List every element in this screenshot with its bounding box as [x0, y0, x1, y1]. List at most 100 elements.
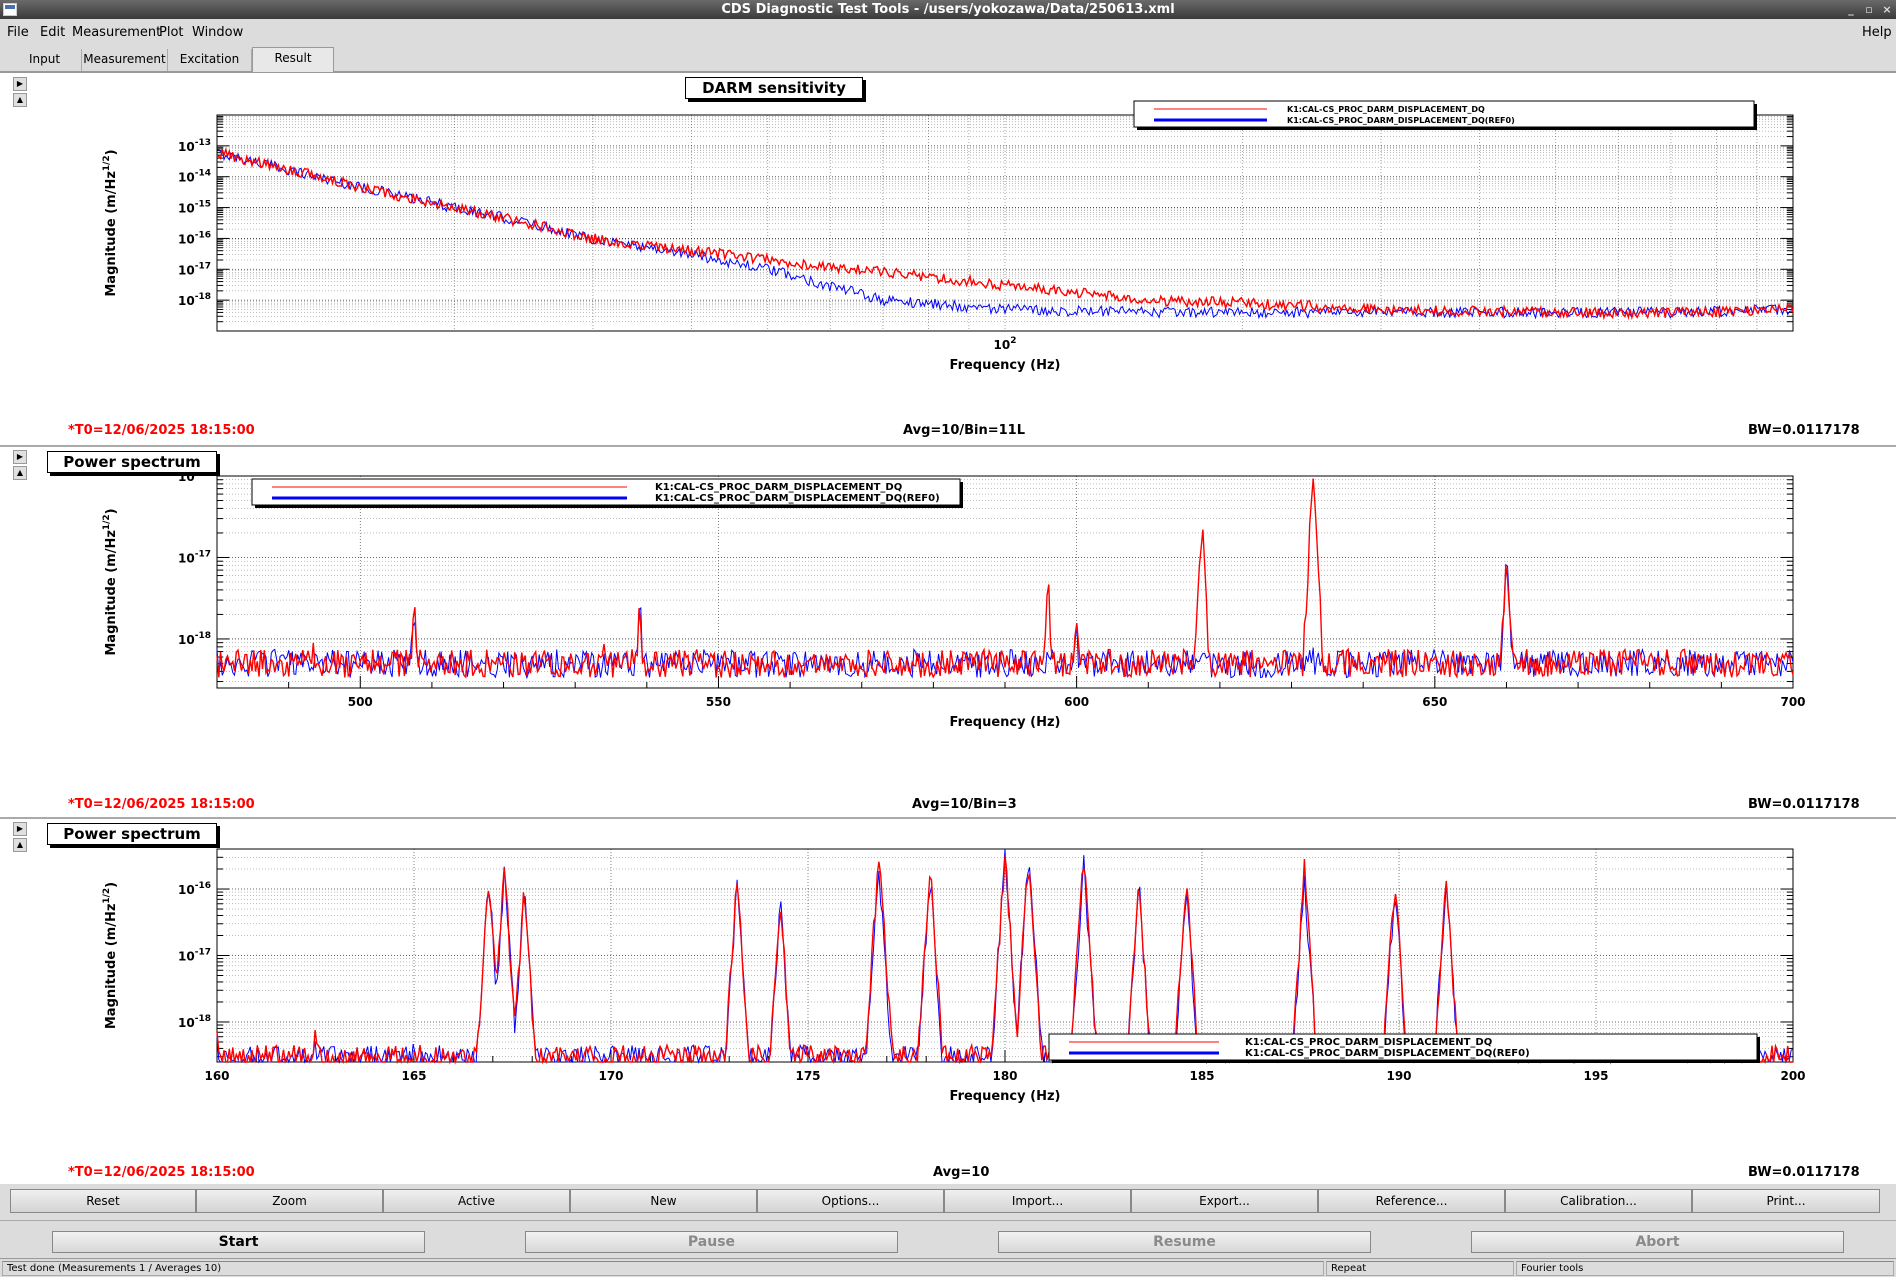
y-axis-label: Magnitude (m/Hz1/2): [102, 508, 119, 655]
import-button[interactable]: Import...: [944, 1189, 1131, 1213]
x-tick-label: 185: [1189, 1069, 1214, 1083]
x-tick-label: 550: [706, 695, 731, 709]
legend-label: K1:CAL-CS_PROC_DARM_DISPLACEMENT_DQ: [1245, 1037, 1492, 1048]
plot-pane-2[interactable]: Power spectrum 10-16 10-17 10-18 500 550 600 6…: [27, 447, 1883, 817]
window-title: CDS Diagnostic Test Tools - /users/yokoz…: [721, 2, 1175, 17]
chart-svg-1[interactable]: 10-13 10-14 10-15 10-16 10-17 10-18 102 Frequen…: [27, 73, 1883, 445]
x-tick-label: 160: [204, 1069, 229, 1083]
x-tick-label: 102: [994, 336, 1017, 352]
x-tick-label: 650: [1422, 695, 1447, 709]
x-tick-label: 500: [348, 695, 373, 709]
options-button[interactable]: Options...: [757, 1189, 944, 1213]
y-tick-label: 10-17: [178, 261, 211, 277]
bw-label: BW=0.0117178: [1748, 1165, 1860, 1180]
pad-collapse-arrow-2[interactable]: ▲: [13, 466, 27, 480]
menu-plot[interactable]: Plot: [159, 25, 184, 40]
export-button[interactable]: Export...: [1131, 1189, 1318, 1213]
y-tick-label: 10-18: [178, 631, 211, 647]
plot-title: Power spectrum: [47, 823, 217, 845]
tab-input[interactable]: Input: [8, 49, 82, 71]
t0-label: *T0=12/06/2025 18:15:00: [68, 797, 255, 812]
x-axis-label: Frequency (Hz): [950, 358, 1061, 373]
status-message: Test done (Measurements 1 / Averages 10): [2, 1261, 1324, 1276]
y-tick-label: 10-16: [178, 230, 211, 246]
bw-label: BW=0.0117178: [1748, 423, 1860, 438]
x-tick-label: 175: [795, 1069, 820, 1083]
y-tick-label: 10-17: [178, 948, 211, 964]
chart-svg-3[interactable]: 10-16 10-17 10-18 160 165 170 175 180 185 190 195 2…: [27, 819, 1883, 1183]
pad-expand-arrow-3[interactable]: ▶: [13, 822, 27, 836]
legend-label: K1:CAL-CS_PROC_DARM_DISPLACEMENT_DQ: [655, 482, 902, 493]
legend-label: K1:CAL-CS_PROC_DARM_DISPLACEMENT_DQ(REF0…: [655, 493, 940, 504]
menu-help[interactable]: Help: [1862, 25, 1892, 40]
avg-label: Avg=10/Bin=3: [912, 797, 1017, 812]
y-tick-label: 10-16: [178, 881, 211, 897]
reference-button[interactable]: Reference...: [1318, 1189, 1505, 1213]
maximize-button[interactable]: ▫: [1860, 0, 1878, 19]
control-toolbar: Start Pause Resume Abort: [0, 1220, 1896, 1258]
calibration-button[interactable]: Calibration...: [1505, 1189, 1692, 1213]
avg-label: Avg=10: [933, 1165, 990, 1180]
y-tick-label: 10-18: [178, 292, 211, 308]
start-button[interactable]: Start: [52, 1231, 425, 1253]
active-button[interactable]: Active: [383, 1189, 570, 1213]
menubar: File Edit Measurement Plot Window Help: [0, 20, 1896, 46]
pad-collapse-arrow-1[interactable]: ▲: [13, 93, 27, 107]
status-fourier: Fourier tools: [1516, 1261, 1894, 1276]
status-repeat: Repeat: [1326, 1261, 1514, 1276]
plot-title: Power spectrum: [47, 451, 217, 473]
plot-pane-3[interactable]: Power spectrum 10-16 10-17 10-18 160 165 170 1…: [27, 819, 1883, 1183]
legend-label: K1:CAL-CS_PROC_DARM_DISPLACEMENT_DQ: [1287, 105, 1485, 114]
avg-label: Avg=10/Bin=11L: [903, 423, 1025, 438]
menu-measurement[interactable]: Measurement: [72, 25, 161, 40]
t0-label: *T0=12/06/2025 18:15:00: [68, 423, 255, 438]
pad-collapse-arrow-3[interactable]: ▲: [13, 838, 27, 852]
chart-svg-2[interactable]: 10-1610-1710-18500 550 600 650 700Frequency …: [27, 447, 1883, 817]
tab-measurement[interactable]: Measurement: [82, 49, 168, 71]
pad-expand-arrow-2[interactable]: ▶: [13, 450, 27, 464]
abort-button[interactable]: Abort: [1471, 1231, 1844, 1253]
plot-area: ▶ ▲ DARM sensitivity 10-13 10-14 10-15 10-1…: [0, 72, 1896, 1184]
print-button[interactable]: Print...: [1692, 1189, 1880, 1213]
tab-excitation[interactable]: Excitation: [168, 49, 252, 71]
y-tick-label: 10-18: [178, 1014, 211, 1030]
y-tick-label: 10-14: [178, 169, 211, 185]
tab-result[interactable]: Result: [252, 47, 334, 72]
x-tick-label: 180: [992, 1069, 1017, 1083]
x-axis-label: Frequency (Hz): [950, 1089, 1061, 1104]
y-tick-label: 10-17: [178, 549, 211, 565]
y-axis-label: Magnitude (m/Hz1/2): [102, 882, 119, 1029]
x-tick-label: 195: [1583, 1069, 1608, 1083]
zoom-button[interactable]: Zoom: [196, 1189, 383, 1213]
legend-label: K1:CAL-CS_PROC_DARM_DISPLACEMENT_DQ(REF0…: [1245, 1048, 1530, 1059]
menu-file[interactable]: File: [7, 25, 29, 40]
status-bar: Test done (Measurements 1 / Averages 10)…: [0, 1258, 1896, 1277]
x-tick-label: 165: [401, 1069, 426, 1083]
x-axis-label: Frequency (Hz): [950, 715, 1061, 730]
plot-title: DARM sensitivity: [685, 77, 863, 99]
plot-pane-1[interactable]: DARM sensitivity 10-13 10-14 10-15 10-16 10-…: [27, 73, 1883, 445]
legend-label: K1:CAL-CS_PROC_DARM_DISPLACEMENT_DQ(REF0…: [1287, 116, 1515, 125]
close-button[interactable]: ×: [1878, 0, 1896, 19]
y-axis-label: Magnitude (m/Hz1/2): [102, 149, 119, 296]
x-tick-label: 700: [1780, 695, 1805, 709]
x-tick-label: 190: [1386, 1069, 1411, 1083]
y-tick-label: 10-13: [178, 138, 211, 154]
x-tick-label: 170: [598, 1069, 623, 1083]
pad-expand-arrow-1[interactable]: ▶: [13, 77, 27, 91]
app-icon[interactable]: [3, 3, 17, 16]
menu-window[interactable]: Window: [192, 25, 243, 40]
pause-button[interactable]: Pause: [525, 1231, 898, 1253]
minimize-button[interactable]: _: [1842, 0, 1860, 19]
reset-button[interactable]: Reset: [10, 1189, 196, 1213]
window-titlebar: CDS Diagnostic Test Tools - /users/yokoz…: [0, 0, 1896, 19]
x-tick-label: 200: [1780, 1069, 1805, 1083]
y-tick-label: 10-15: [178, 200, 211, 216]
new-button[interactable]: New: [570, 1189, 757, 1213]
resume-button[interactable]: Resume: [998, 1231, 1371, 1253]
t0-label: *T0=12/06/2025 18:15:00: [68, 1165, 255, 1180]
tab-bar: Input Measurement Excitation Result: [0, 46, 1896, 72]
plot-toolbar: Reset Zoom Active New Options... Import.…: [0, 1187, 1896, 1217]
bw-label: BW=0.0117178: [1748, 797, 1860, 812]
menu-edit[interactable]: Edit: [40, 25, 65, 40]
